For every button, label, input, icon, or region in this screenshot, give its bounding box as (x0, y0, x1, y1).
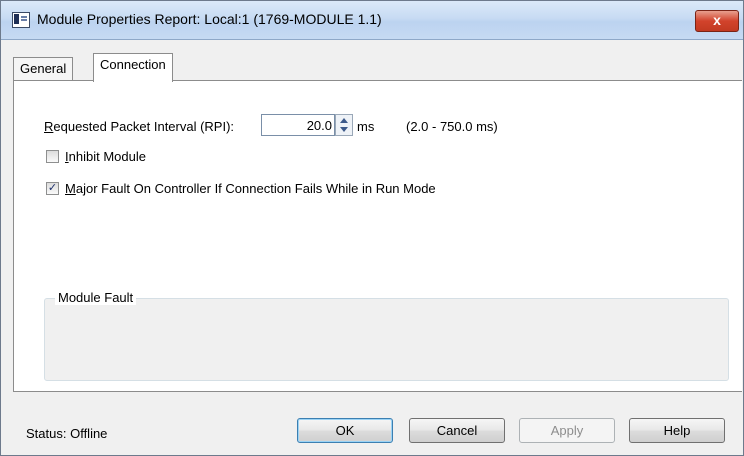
help-button[interactable]: Help (629, 418, 725, 443)
checkmark-icon: ✓ (47, 182, 58, 194)
close-icon: x (713, 12, 721, 28)
major-fault-label: Major Fault On Controller If Connection … (65, 181, 436, 196)
inhibit-module-checkbox[interactable] (46, 150, 59, 163)
inhibit-module-label: Inhibit Module (65, 149, 146, 164)
module-fault-group (44, 298, 729, 381)
cancel-button[interactable]: Cancel (409, 418, 505, 443)
ok-button[interactable]: OK (297, 418, 393, 443)
rpi-unit: ms (357, 119, 375, 134)
close-button[interactable]: x (695, 10, 739, 32)
status-text: Status: Offline (26, 426, 108, 441)
rpi-range: (2.0 - 750.0 ms) (406, 119, 498, 134)
rpi-input[interactable]: 20.0 (261, 114, 335, 136)
tab-general[interactable]: General (13, 57, 74, 80)
rpi-label: Requested Packet Interval (RPI): (44, 119, 235, 134)
apply-button[interactable]: Apply (519, 418, 615, 443)
dialog-window: Module Properties Report: Local:1 (1769-… (0, 0, 744, 456)
module-fault-legend: Module Fault (55, 290, 137, 305)
major-fault-checkbox[interactable]: ✓ (46, 182, 59, 195)
window-title: Module Properties Report: Local:1 (1769-… (37, 11, 382, 27)
app-icon (12, 12, 30, 28)
rpi-spinner[interactable] (335, 114, 353, 136)
spin-down-icon[interactable] (340, 127, 348, 132)
title-bar[interactable]: Module Properties Report: Local:1 (1769-… (1, 1, 743, 40)
tab-connection[interactable]: Connection (93, 53, 173, 82)
spin-up-icon[interactable] (340, 118, 348, 123)
